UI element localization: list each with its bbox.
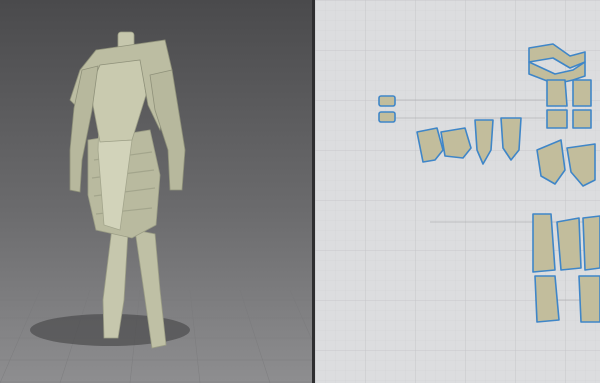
pattern-piece-bodice-4[interactable] [572, 109, 592, 129]
pattern-piece-skirt-3[interactable] [582, 215, 600, 271]
2d-pattern-window[interactable]: ▪ [315, 0, 600, 383]
avatar-garment[interactable] [69, 31, 186, 349]
pattern-piece-legging-1[interactable] [534, 275, 560, 323]
pattern-piece-bodice-3[interactable] [546, 109, 568, 129]
pattern-piece-tab-1[interactable] [378, 95, 396, 107]
pattern-piece-bodice-1[interactable] [546, 79, 568, 107]
pattern-piece-bodice-2[interactable] [572, 79, 592, 107]
pattern-piece-skirt-1[interactable] [532, 213, 556, 273]
pattern-piece-legging-2[interactable] [578, 275, 600, 323]
pattern-piece-tab-2[interactable] [378, 111, 396, 123]
3d-viewport[interactable] [0, 0, 312, 383]
pattern-canvas [315, 0, 600, 383]
pattern-piece-skirt-2[interactable] [556, 217, 582, 271]
pattern-piece-sleeve-2[interactable] [440, 127, 472, 159]
3d-scene [0, 31, 312, 383]
